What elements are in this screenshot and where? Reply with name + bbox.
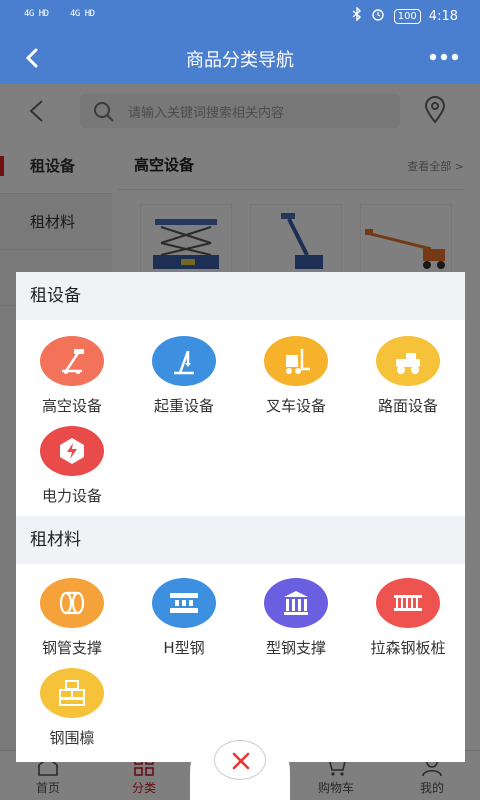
category-label: 起重设备 xyxy=(153,397,214,415)
category-h-beam[interactable]: H型钢 xyxy=(128,578,240,658)
category-road-equipment[interactable]: 路面设备 xyxy=(352,336,464,416)
status-bar: 4G HD 4G HD 100 4:18 xyxy=(0,0,480,32)
rent-equipment-grid: 高空设备 起重设备 叉车设备 路面设备 电力设备 xyxy=(16,320,465,516)
category-aerial-equipment[interactable]: 高空设备 xyxy=(16,336,128,416)
category-label: 高空设备 xyxy=(41,397,102,415)
h-beam-icon xyxy=(152,578,216,628)
road-roller-icon xyxy=(376,336,440,386)
category-label: 钢管支撑 xyxy=(41,639,102,657)
power-icon xyxy=(40,426,104,476)
category-label: 拉森钢板桩 xyxy=(370,639,446,657)
category-larsen-sheet-pile[interactable]: 拉森钢板桩 xyxy=(352,578,464,658)
section-title-rent-materials: 租材料 xyxy=(16,516,465,564)
signal-indicator-1: 4G HD xyxy=(24,9,49,19)
category-steel-purlin[interactable]: 钢围檩 xyxy=(16,668,128,748)
crane-icon xyxy=(152,336,216,386)
title-bar: 商品分类导航 xyxy=(0,32,480,84)
top-bar: 4G HD 4G HD 100 4:18 商品分类导航 xyxy=(0,0,480,84)
category-label: H型钢 xyxy=(163,639,205,657)
category-label: 叉车设备 xyxy=(265,397,326,415)
steel-pipe-icon xyxy=(40,578,104,628)
category-popup: 租设备 高空设备 起重设备 叉车设备 路面设备 电力设备 租材料 钢管支撑 H型… xyxy=(16,272,465,762)
sheet-pile-icon xyxy=(376,578,440,628)
steel-support-icon xyxy=(264,578,328,628)
category-lifting-equipment[interactable]: 起重设备 xyxy=(128,336,240,416)
more-dots-icon xyxy=(429,53,459,61)
page-title: 商品分类导航 xyxy=(186,50,294,71)
signal-indicator-2: 4G HD xyxy=(70,9,95,19)
steel-purlin-icon xyxy=(40,668,104,718)
close-icon xyxy=(232,752,250,770)
more-button[interactable] xyxy=(428,47,460,67)
forklift-icon xyxy=(264,336,328,386)
category-steel-section-support[interactable]: 型钢支撑 xyxy=(240,578,352,658)
alarm-icon xyxy=(370,7,386,25)
close-button[interactable] xyxy=(214,740,266,780)
category-steel-pipe-support[interactable]: 钢管支撑 xyxy=(16,578,128,658)
aerial-lift-icon xyxy=(40,336,104,386)
battery-indicator: 100 xyxy=(393,8,421,24)
category-label: 钢围檩 xyxy=(49,729,95,747)
category-power-equipment[interactable]: 电力设备 xyxy=(16,426,128,506)
category-forklift-equipment[interactable]: 叉车设备 xyxy=(240,336,352,416)
category-label: 电力设备 xyxy=(41,487,102,505)
section-title-rent-equipment: 租设备 xyxy=(16,272,465,320)
category-label: 型钢支撑 xyxy=(265,639,326,657)
bluetooth-icon xyxy=(352,6,362,25)
category-label: 路面设备 xyxy=(377,397,438,415)
clock: 4:18 xyxy=(428,8,458,24)
